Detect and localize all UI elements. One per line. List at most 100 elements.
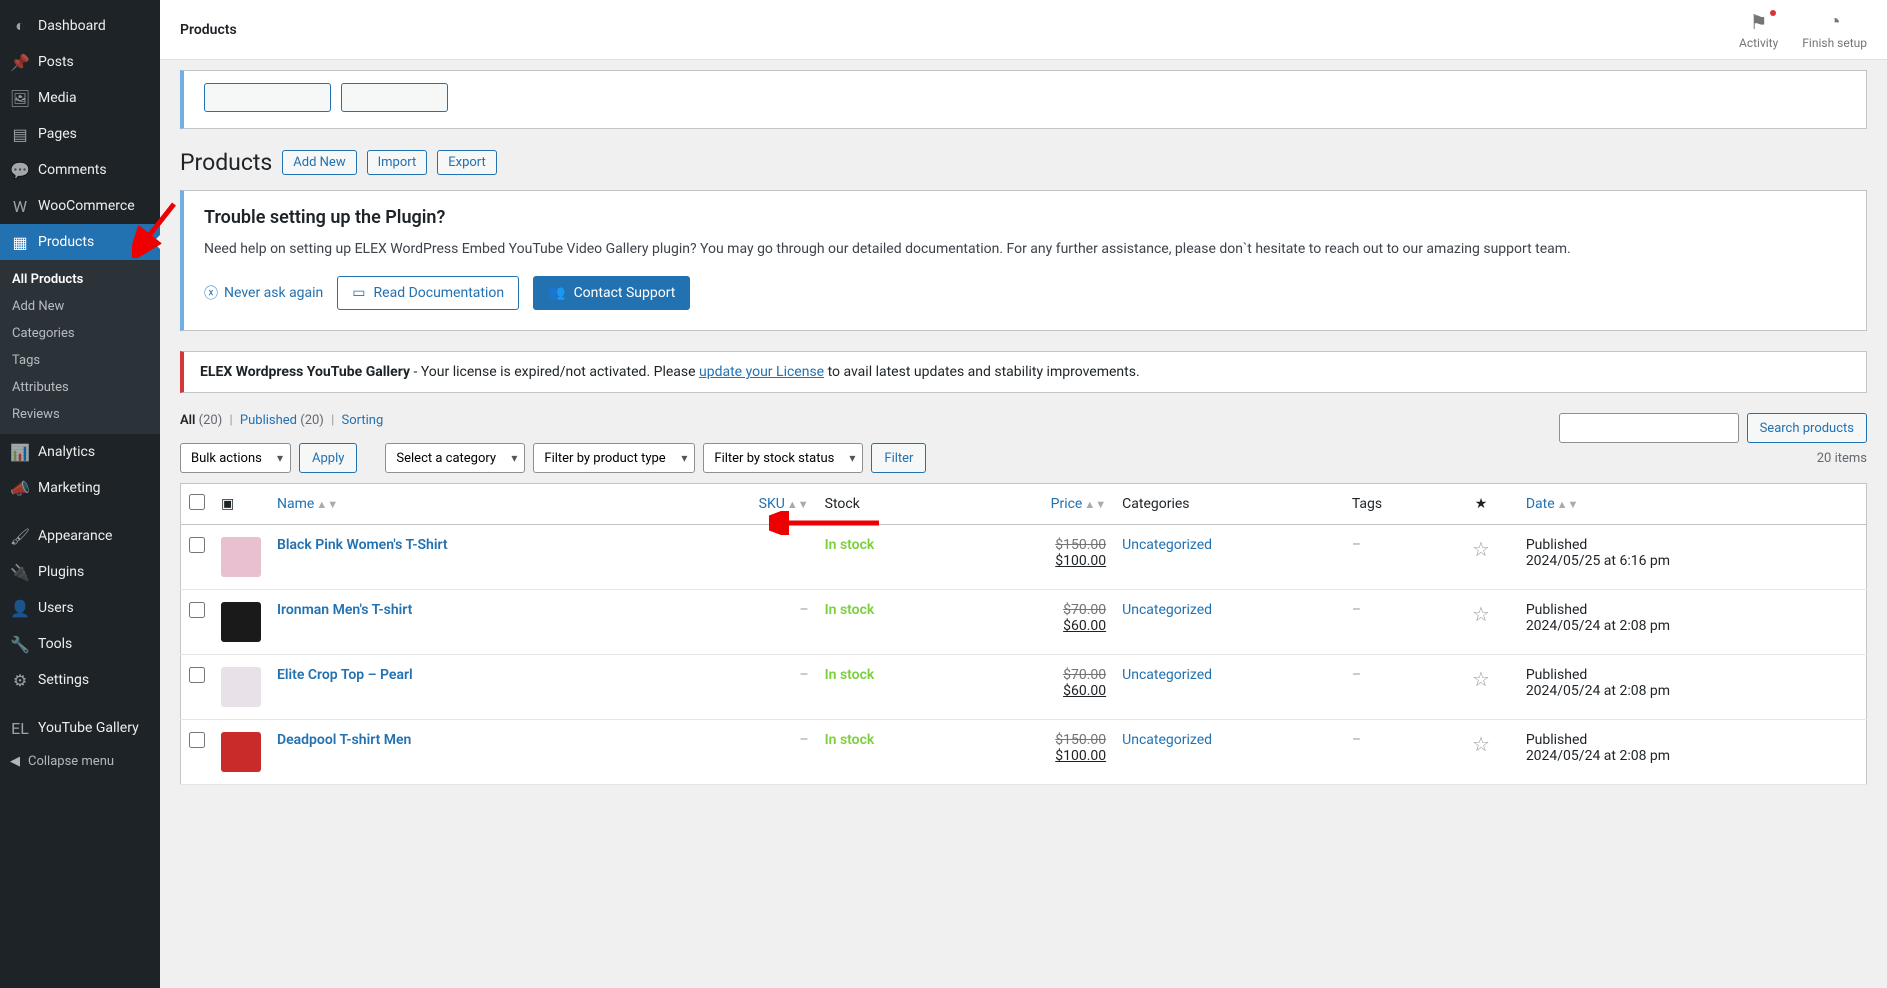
read-docs-button[interactable]: ▭ Read Documentation <box>337 276 519 310</box>
sku-value: – <box>799 732 808 748</box>
sku-value: – <box>799 667 808 683</box>
posts-icon: 📌 <box>10 52 30 72</box>
stub-button-2[interactable] <box>341 83 448 112</box>
sidebar-label: Plugins <box>38 564 84 580</box>
sidebar-sub-tags[interactable]: Tags <box>0 347 160 374</box>
finish-label: Finish setup <box>1802 36 1867 50</box>
products-table: ▣ Name▲▼ SKU▲▼ Stock Price▲▼ Categories … <box>180 483 1867 785</box>
collapse-menu[interactable]: ◀ Collapse menu <box>0 746 160 777</box>
add-new-button[interactable]: Add New <box>282 150 356 175</box>
sidebar-sub-add-new[interactable]: Add New <box>0 293 160 320</box>
view-sorting[interactable]: Sorting <box>342 413 384 428</box>
row-checkbox[interactable] <box>189 537 205 553</box>
table-row: Ironman Men's T-shirt–In stock$70.00$60.… <box>181 590 1867 655</box>
sidebar-item-tools[interactable]: 🔧Tools <box>0 626 160 662</box>
notice-title: Trouble setting up the Plugin? <box>204 207 1846 228</box>
col-date[interactable]: Date▲▼ <box>1526 496 1579 512</box>
sidebar-sub-reviews[interactable]: Reviews <box>0 401 160 428</box>
category-link[interactable]: Uncategorized <box>1122 667 1212 683</box>
feature-star[interactable]: ☆ <box>1472 537 1490 561</box>
image-icon: ▣ <box>221 496 234 512</box>
never-ask-button[interactable]: ⓧ Never ask again <box>204 283 323 303</box>
category-select[interactable]: Select a category <box>385 443 525 473</box>
people-icon: 👥 <box>548 285 565 301</box>
product-name-link[interactable]: Ironman Men's T-shirt <box>277 602 412 618</box>
product-type-select[interactable]: Filter by product type <box>533 443 695 473</box>
col-price[interactable]: Price▲▼ <box>1051 496 1107 512</box>
sidebar-item-posts[interactable]: 📌Posts <box>0 44 160 80</box>
update-license-link[interactable]: update your License <box>699 364 824 380</box>
sidebar-sub-attributes[interactable]: Attributes <box>0 374 160 401</box>
dashboard-icon: ◐ <box>10 16 30 36</box>
contact-support-button[interactable]: 👥 Contact Support <box>533 276 690 310</box>
category-link[interactable]: Uncategorized <box>1122 602 1212 618</box>
sidebar-sub-categories[interactable]: Categories <box>0 320 160 347</box>
price-old: $150.00 <box>967 732 1106 748</box>
comments-icon: 💬 <box>10 160 30 180</box>
users-icon: 👤 <box>10 598 30 618</box>
select-all-checkbox[interactable] <box>189 494 205 510</box>
col-name[interactable]: Name▲▼ <box>277 496 338 512</box>
price-old: $70.00 <box>967 667 1106 683</box>
view-all[interactable]: All <box>180 413 195 428</box>
row-checkbox[interactable] <box>189 667 205 683</box>
sidebar-item-settings[interactable]: ⚙Settings <box>0 662 160 698</box>
col-categories: Categories <box>1114 484 1344 525</box>
sidebar-item-media[interactable]: 🖼Media <box>0 80 160 116</box>
product-thumb[interactable] <box>221 667 261 707</box>
view-published[interactable]: Published <box>240 413 297 428</box>
table-row: Deadpool T-shirt Men–In stock$150.00$100… <box>181 720 1867 785</box>
sidebar-item-plugins[interactable]: 🔌 Plugins <box>0 554 160 590</box>
sidebar-label: WooCommerce <box>38 198 135 214</box>
sidebar-item-users[interactable]: 👤Users <box>0 590 160 626</box>
products-icon: ▦ <box>10 232 30 252</box>
contact-support-label: Contact Support <box>574 285 676 301</box>
row-checkbox[interactable] <box>189 602 205 618</box>
collapse-icon: ◀ <box>10 754 20 769</box>
sidebar-item-dashboard[interactable]: ◐Dashboard <box>0 8 160 44</box>
sidebar-item-appearance[interactable]: 🖌Appearance <box>0 518 160 554</box>
flag-icon: ⚑ <box>1739 10 1778 34</box>
plugins-icon: 🔌 <box>10 562 30 582</box>
sidebar-item-analytics[interactable]: 📊Analytics <box>0 434 160 470</box>
category-link[interactable]: Uncategorized <box>1122 537 1212 553</box>
finish-setup-button[interactable]: ◔ Finish setup <box>1802 9 1867 50</box>
product-thumb[interactable] <box>221 602 261 642</box>
export-button[interactable]: Export <box>437 150 497 175</box>
sidebar-item-comments[interactable]: 💬Comments <box>0 152 160 188</box>
search-products-button[interactable]: Search products <box>1747 413 1867 443</box>
product-thumb[interactable] <box>221 537 261 577</box>
product-thumb[interactable] <box>221 732 261 772</box>
activity-button[interactable]: ⚑ Activity <box>1739 10 1778 50</box>
stub-button-1[interactable] <box>204 83 331 112</box>
read-docs-label: Read Documentation <box>374 285 505 301</box>
sidebar-item-marketing[interactable]: 📣Marketing <box>0 470 160 506</box>
filter-button[interactable]: Filter <box>871 443 926 473</box>
search-input[interactable] <box>1559 413 1739 443</box>
price-old: $70.00 <box>967 602 1106 618</box>
category-link[interactable]: Uncategorized <box>1122 732 1212 748</box>
table-row: Black Pink Women's T-ShirtIn stock$150.0… <box>181 525 1867 590</box>
feature-star[interactable]: ☆ <box>1472 602 1490 626</box>
sidebar-item-youtube-gallery[interactable]: ELYouTube Gallery <box>0 710 160 746</box>
product-name-link[interactable]: Deadpool T-shirt Men <box>277 732 411 748</box>
tags-value: – <box>1352 732 1361 748</box>
feature-star[interactable]: ☆ <box>1472 667 1490 691</box>
arrow-annotation-row <box>769 511 889 535</box>
price-new: $100.00 <box>967 553 1106 569</box>
product-name-link[interactable]: Black Pink Women's T-Shirt <box>277 537 448 553</box>
bulk-actions-select[interactable]: Bulk actions <box>180 443 291 473</box>
prior-notice-stub <box>180 70 1867 129</box>
media-icon: 🖼 <box>10 88 30 108</box>
apply-button[interactable]: Apply <box>299 443 357 473</box>
page-title: Products <box>180 149 272 176</box>
stock-status-select[interactable]: Filter by stock status <box>703 443 863 473</box>
import-button[interactable]: Import <box>367 150 428 175</box>
pages-icon: ▤ <box>10 124 30 144</box>
col-sku[interactable]: SKU▲▼ <box>759 496 809 512</box>
feature-star[interactable]: ☆ <box>1472 732 1490 756</box>
product-name-link[interactable]: Elite Crop Top – Pearl <box>277 667 413 683</box>
sidebar-sub-all-products[interactable]: All Products <box>0 266 160 293</box>
sidebar-item-pages[interactable]: ▤Pages <box>0 116 160 152</box>
row-checkbox[interactable] <box>189 732 205 748</box>
